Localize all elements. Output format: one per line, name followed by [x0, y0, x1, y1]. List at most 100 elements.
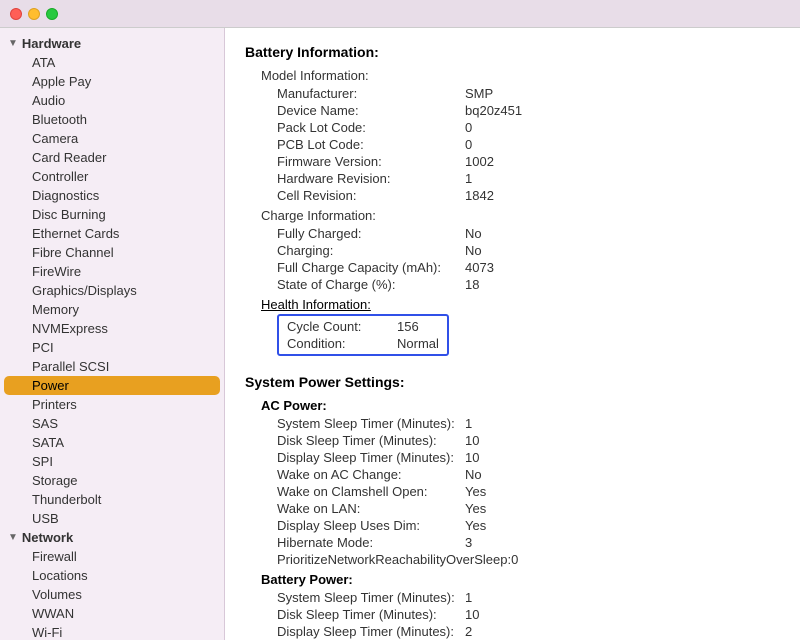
info-value: 2 — [465, 624, 472, 639]
sidebar-item-apple-pay[interactable]: Apple Pay — [4, 72, 220, 91]
sidebar-item-memory[interactable]: Memory — [4, 300, 220, 319]
sidebar-item-card-reader[interactable]: Card Reader — [4, 148, 220, 167]
sidebar-item-firewall[interactable]: Firewall — [4, 547, 220, 566]
info-label: Manufacturer: — [245, 86, 465, 101]
sidebar-item-audio[interactable]: Audio — [4, 91, 220, 110]
info-value: 1 — [465, 590, 472, 605]
sidebar-item-storage[interactable]: Storage — [4, 471, 220, 490]
sidebar-item-parallel-scsi[interactable]: Parallel SCSI — [4, 357, 220, 376]
table-row: Wake on LAN:Yes — [245, 500, 780, 517]
table-row: Charging:No — [245, 242, 780, 259]
info-value: 18 — [465, 277, 479, 292]
info-label: Wake on AC Change: — [245, 467, 465, 482]
sidebar-item-camera[interactable]: Camera — [4, 129, 220, 148]
sidebar-item-diagnostics[interactable]: Diagnostics — [4, 186, 220, 205]
sidebar-item-spi[interactable]: SPI — [4, 452, 220, 471]
info-value: 1002 — [465, 154, 494, 169]
info-value: 1 — [465, 416, 472, 431]
table-row: PCB Lot Code:0 — [245, 136, 780, 153]
table-row: System Sleep Timer (Minutes):1 — [245, 415, 780, 432]
info-label: Fully Charged: — [245, 226, 465, 241]
info-value: 0 — [465, 120, 472, 135]
table-row: Pack Lot Code:0 — [245, 119, 780, 136]
table-row: Wake on Clamshell Open:Yes — [245, 483, 780, 500]
sidebar-item-fibre-channel[interactable]: Fibre Channel — [4, 243, 220, 262]
sidebar-item-nvmexpress[interactable]: NVMExpress — [4, 319, 220, 338]
info-value: Yes — [465, 484, 486, 499]
maximize-button[interactable] — [46, 8, 58, 20]
system-power-title: System Power Settings: — [245, 374, 780, 390]
ac-power-label: AC Power: — [245, 398, 780, 413]
close-button[interactable] — [10, 8, 22, 20]
sidebar-item-ethernet-cards[interactable]: Ethernet Cards — [4, 224, 220, 243]
info-label: Wake on Clamshell Open: — [245, 484, 465, 499]
model-info-label: Model Information: — [245, 68, 780, 83]
info-label: Charging: — [245, 243, 465, 258]
info-label: Display Sleep Timer (Minutes): — [245, 624, 465, 639]
window-controls — [10, 8, 58, 20]
info-value: Yes — [465, 501, 486, 516]
sidebar-item-sata[interactable]: SATA — [4, 433, 220, 452]
table-row: Display Sleep Uses Dim:Yes — [245, 517, 780, 534]
sidebar-item-locations[interactable]: Locations — [4, 566, 220, 585]
table-row: Hibernate Mode:3 — [245, 534, 780, 551]
sidebar-item-pci[interactable]: PCI — [4, 338, 220, 357]
info-value: 0 — [511, 552, 518, 567]
info-label: Condition: — [287, 336, 397, 351]
info-label: Full Charge Capacity (mAh): — [245, 260, 465, 275]
sidebar-item-firewire[interactable]: FireWire — [4, 262, 220, 281]
sidebar-item-power[interactable]: Power — [4, 376, 220, 395]
table-row: Condition:Normal — [287, 335, 439, 352]
info-label: Disk Sleep Timer (Minutes): — [245, 433, 465, 448]
table-row: State of Charge (%):18 — [245, 276, 780, 293]
sidebar-item-thunderbolt[interactable]: Thunderbolt — [4, 490, 220, 509]
info-label: Pack Lot Code: — [245, 120, 465, 135]
info-label: Cell Revision: — [245, 188, 465, 203]
sidebar-item-usb[interactable]: USB — [4, 509, 220, 528]
sidebar-item-controller[interactable]: Controller — [4, 167, 220, 186]
sidebar-item-printers[interactable]: Printers — [4, 395, 220, 414]
info-value: Yes — [465, 518, 486, 533]
main-layout: ▼HardwareATAApple PayAudioBluetoothCamer… — [0, 28, 800, 640]
sidebar-item-wi-fi[interactable]: Wi-Fi — [4, 623, 220, 640]
triangle-icon: ▼ — [8, 532, 18, 543]
info-value: No — [465, 467, 482, 482]
info-label: Wake on LAN: — [245, 501, 465, 516]
info-value: 156 — [397, 319, 419, 334]
sidebar-item-sas[interactable]: SAS — [4, 414, 220, 433]
sidebar-item-wwan[interactable]: WWAN — [4, 604, 220, 623]
info-label: Hardware Revision: — [245, 171, 465, 186]
info-label: PCB Lot Code: — [245, 137, 465, 152]
info-label: System Sleep Timer (Minutes): — [245, 590, 465, 605]
sidebar: ▼HardwareATAApple PayAudioBluetoothCamer… — [0, 28, 225, 640]
table-row: Display Sleep Timer (Minutes):2 — [245, 623, 780, 640]
sidebar-item-graphics-displays[interactable]: Graphics/Displays — [4, 281, 220, 300]
table-row: Cycle Count:156 — [287, 318, 439, 335]
info-value: 3 — [465, 535, 472, 550]
info-label: Device Name: — [245, 103, 465, 118]
table-row: Device Name:bq20z451 — [245, 102, 780, 119]
table-row: PrioritizeNetworkReachabilityOverSleep:0 — [245, 551, 780, 568]
content-area: Battery Information:Model Information:Ma… — [225, 28, 800, 640]
sidebar-item-volumes[interactable]: Volumes — [4, 585, 220, 604]
info-value: 1842 — [465, 188, 494, 203]
info-label: Cycle Count: — [287, 319, 397, 334]
info-value: 1 — [465, 171, 472, 186]
table-row: Wake on AC Change:No — [245, 466, 780, 483]
triangle-icon: ▼ — [8, 38, 18, 49]
sidebar-group-label: Network — [22, 530, 73, 545]
minimize-button[interactable] — [28, 8, 40, 20]
table-row: Display Sleep Timer (Minutes):10 — [245, 449, 780, 466]
info-label: Firmware Version: — [245, 154, 465, 169]
charge-info-label: Charge Information: — [245, 208, 780, 223]
sidebar-group-network[interactable]: ▼ Network — [0, 528, 224, 547]
sidebar-item-disc-burning[interactable]: Disc Burning — [4, 205, 220, 224]
sidebar-group-hardware[interactable]: ▼Hardware — [0, 34, 224, 53]
battery-power-label: Battery Power: — [245, 572, 780, 587]
info-label: Display Sleep Uses Dim: — [245, 518, 465, 533]
sidebar-item-ata[interactable]: ATA — [4, 53, 220, 72]
sidebar-item-bluetooth[interactable]: Bluetooth — [4, 110, 220, 129]
table-row: Firmware Version:1002 — [245, 153, 780, 170]
health-box: Cycle Count:156Condition:Normal — [277, 314, 449, 356]
info-value: 10 — [465, 450, 479, 465]
